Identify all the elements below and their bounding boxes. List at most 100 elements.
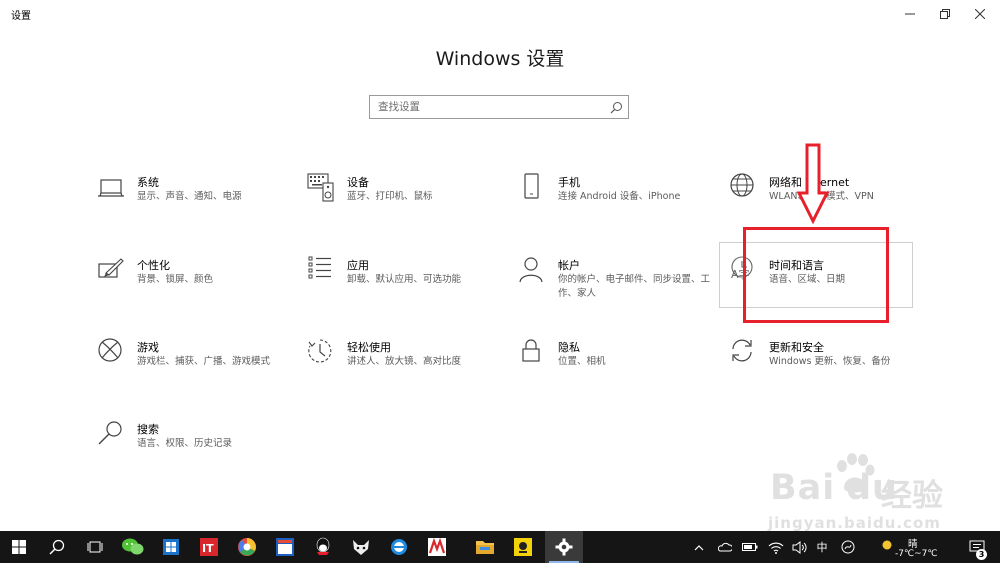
tile-desc: 游戏栏、捕获、广播、游戏模式 <box>137 356 271 367</box>
phone-icon <box>524 173 539 199</box>
qq-icon <box>316 537 330 555</box>
tile-title: 轻松使用 <box>347 341 391 354</box>
taskbar-app-ie[interactable] <box>380 531 418 563</box>
ie-icon <box>391 539 407 555</box>
tile-title: 隐私 <box>558 341 580 354</box>
taskbar-app-settings[interactable] <box>545 531 583 563</box>
tray-app-icon[interactable] <box>716 531 734 563</box>
search-box[interactable] <box>369 95 629 119</box>
task-view-icon <box>87 541 103 553</box>
tile-desc: 显示、声音、通知、电源 <box>137 191 242 202</box>
minimize-button[interactable] <box>890 0 930 28</box>
tile-system[interactable]: 系统 显示、声音、通知、电源 <box>97 173 297 243</box>
minimize-icon <box>905 13 915 15</box>
tile-phone[interactable]: 手机 连接 Android 设备、iPhone <box>518 173 718 243</box>
taskbar-app-adobe[interactable] <box>418 531 456 563</box>
weather-condition: 晴 <box>908 539 918 550</box>
tile-title: 个性化 <box>137 259 170 272</box>
taskbar-search-button[interactable] <box>38 531 76 563</box>
title-bar: 设置 <box>0 0 1000 28</box>
calendar-app-icon <box>276 538 294 556</box>
svg-text:IT: IT <box>202 542 214 555</box>
watermark-brand: Bai <box>770 468 836 508</box>
chrome-like-icon <box>238 538 256 556</box>
weather-temperature: -7℃~7℃ <box>895 549 938 559</box>
tile-gaming[interactable]: 游戏 游戏栏、捕获、广播、游戏模式 <box>97 338 297 408</box>
taskbar-app-qq[interactable] <box>304 531 342 563</box>
search-input[interactable] <box>370 96 600 118</box>
app-title: 设置 <box>11 11 31 22</box>
tile-update-security[interactable]: 更新和安全 Windows 更新、恢复、备份 <box>729 338 929 408</box>
taskbar-app-it[interactable]: IT <box>190 531 228 563</box>
tile-desc: Windows 更新、恢复、备份 <box>769 356 891 367</box>
search-icon <box>49 539 65 555</box>
tile-accounts[interactable]: 帐户 你的帐户、电子邮件、同步设置、工作、家人 <box>518 256 718 326</box>
outlook-icon <box>163 539 179 555</box>
apps-list-icon <box>308 256 331 279</box>
taskbar-app-calendar[interactable] <box>266 531 304 563</box>
adobe-icon <box>428 537 446 556</box>
paint-brush-icon <box>98 258 124 278</box>
wifi-icon <box>768 542 784 554</box>
tile-devices[interactable]: 设备 蓝牙、打印机、鼠标 <box>307 173 507 243</box>
notification-count-badge: 3 <box>976 549 987 560</box>
input-method-icon <box>841 540 855 554</box>
windows-start-icon <box>12 540 26 554</box>
close-icon <box>975 9 985 19</box>
tray-cloud-icon <box>718 542 732 552</box>
tile-desc: 卸载、默认应用、可选功能 <box>347 274 462 285</box>
taskbar: IT 中 <box>0 531 1000 563</box>
close-button[interactable] <box>960 0 1000 28</box>
tile-desc: 语言、权限、历史记录 <box>137 438 233 449</box>
tray-weather[interactable]: 晴 -7℃~7℃ <box>882 535 942 561</box>
tile-title: 系统 <box>137 176 159 189</box>
tray-sogou[interactable] <box>838 531 858 563</box>
tray-wifi[interactable] <box>766 531 786 563</box>
start-button[interactable] <box>0 531 38 563</box>
tile-title: 设备 <box>347 176 369 189</box>
red-annotation-arrow-icon <box>796 143 830 225</box>
tile-title: 帐户 <box>558 259 580 272</box>
watermark-cn: 经验 <box>881 478 943 514</box>
ime-indicator: 中 <box>816 541 828 554</box>
red-annotation-box <box>743 227 889 323</box>
lock-icon <box>522 339 540 362</box>
taskbar-app-file-explorer[interactable] <box>466 531 504 563</box>
tile-desc: WLAN、飞行模式、VPN <box>769 190 929 204</box>
sun-icon <box>882 540 892 550</box>
tray-battery[interactable] <box>740 531 760 563</box>
keyboard-speaker-icon <box>307 173 334 202</box>
person-icon <box>519 257 543 283</box>
tile-title: 搜索 <box>137 423 159 436</box>
taskbar-app-wechat[interactable] <box>114 531 152 563</box>
taskbar-app-outlook[interactable] <box>152 531 190 563</box>
tile-personalization[interactable]: 个性化 背景、锁屏、颜色 <box>97 256 297 326</box>
tile-desc: 你的帐户、电子邮件、同步设置、工作、家人 <box>558 274 711 299</box>
tile-desc: 背景、锁屏、颜色 <box>137 274 214 285</box>
tray-ime[interactable]: 中 <box>812 531 832 563</box>
fox-app-icon <box>353 540 369 555</box>
task-view-button[interactable] <box>76 531 114 563</box>
taskbar-app-fox[interactable] <box>342 531 380 563</box>
volume-icon <box>792 540 807 554</box>
taskbar-app-notes[interactable] <box>504 531 542 563</box>
tile-search[interactable]: 搜索 语言、权限、历史记录 <box>97 420 297 490</box>
search-icon[interactable] <box>610 101 623 114</box>
update-sync-icon <box>732 339 752 362</box>
taskbar-app-chrome[interactable] <box>228 531 266 563</box>
tile-desc: 讲述人、放大镜、高对比度 <box>347 356 462 367</box>
globe-icon <box>730 173 754 197</box>
file-explorer-icon <box>476 541 494 554</box>
tile-privacy[interactable]: 隐私 位置、相机 <box>518 338 718 408</box>
settings-gear-icon <box>555 538 573 556</box>
restore-button[interactable] <box>925 0 965 28</box>
search-magnifier-icon <box>98 421 122 445</box>
tray-volume[interactable] <box>790 531 810 563</box>
battery-icon <box>742 543 758 551</box>
chevron-up-icon <box>694 544 704 550</box>
tray-chevron[interactable] <box>690 531 708 563</box>
tile-apps[interactable]: 应用 卸载、默认应用、可选功能 <box>307 256 507 326</box>
wechat-icon <box>122 538 144 555</box>
tile-desc: 蓝牙、打印机、鼠标 <box>347 191 433 202</box>
tile-ease-of-access[interactable]: 轻松使用 讲述人、放大镜、高对比度 <box>307 338 507 408</box>
